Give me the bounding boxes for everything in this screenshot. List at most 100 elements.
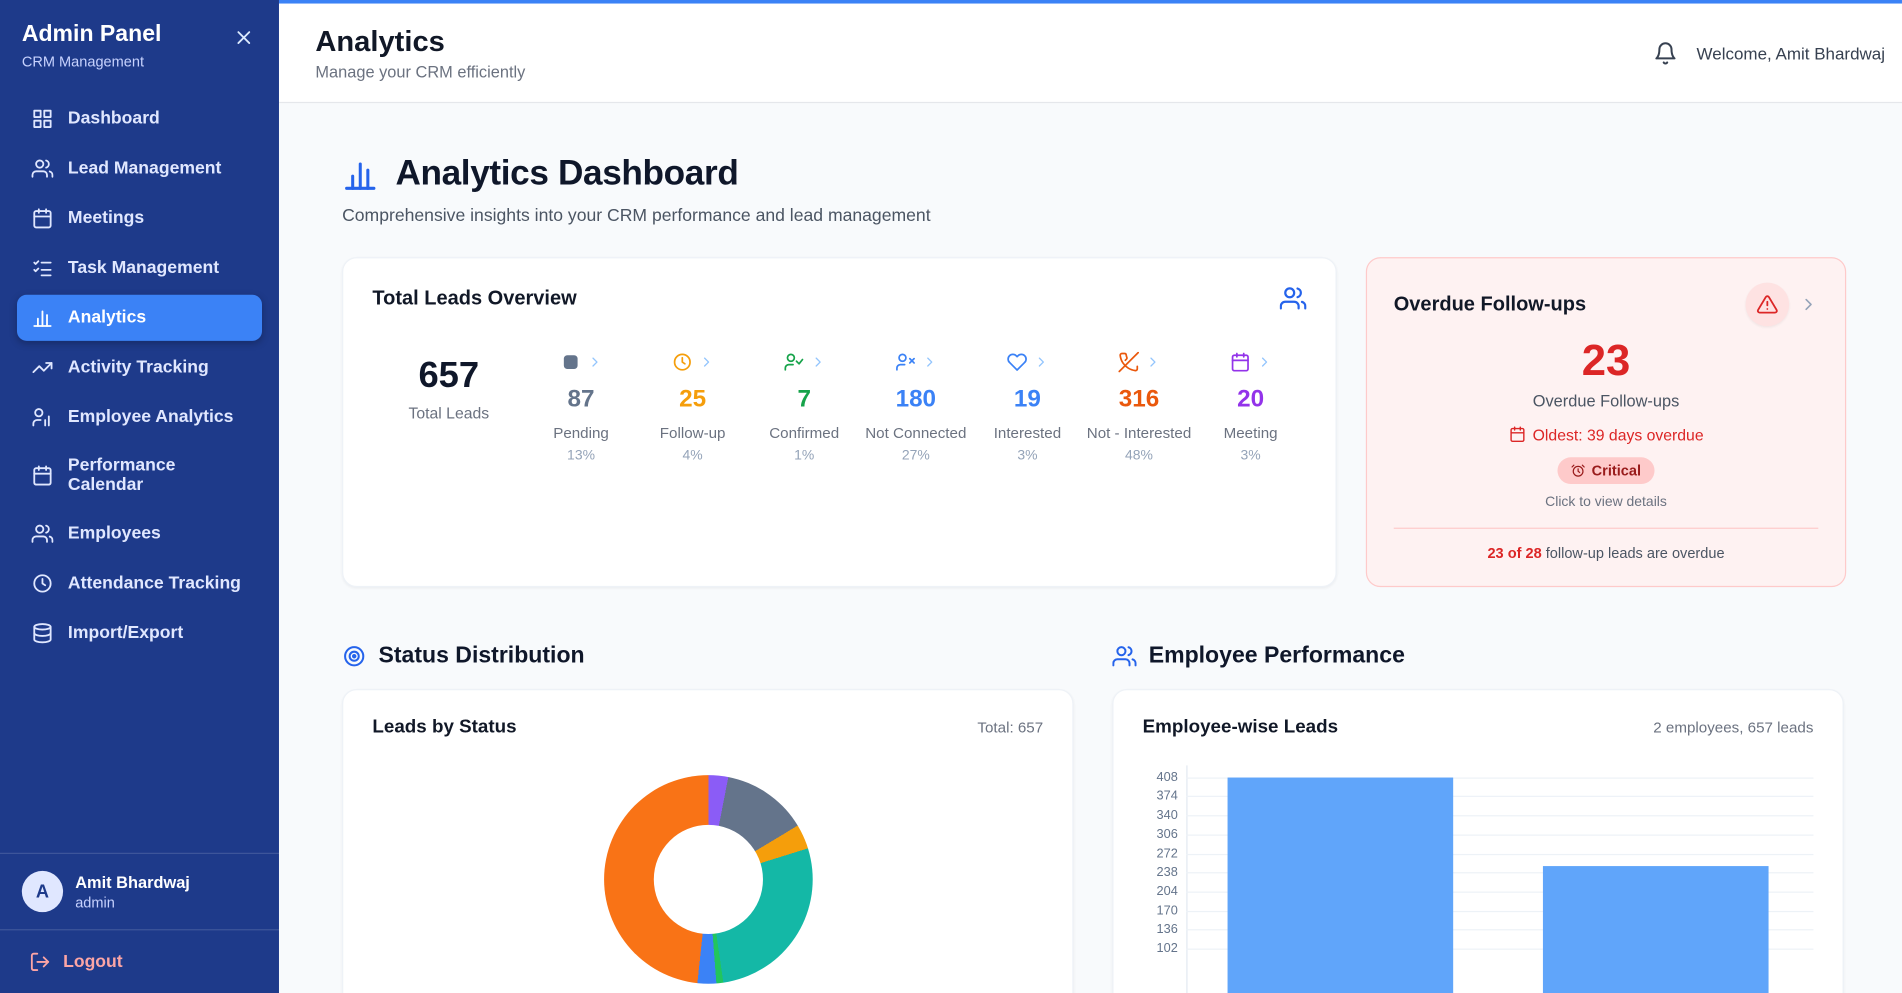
- page-title: Analytics Dashboard: [395, 154, 738, 194]
- employee-performance-section: Employee Performance Employee-wise Leads…: [1112, 642, 1843, 993]
- chevron-right-icon: [1799, 295, 1818, 314]
- heart-icon: [1006, 351, 1027, 372]
- stat-percent: 27%: [902, 449, 930, 464]
- y-axis-tick: 272: [1157, 846, 1178, 861]
- sidebar-item-employees[interactable]: Employees: [17, 511, 262, 557]
- sidebar-item-employee-analytics[interactable]: Employee Analytics: [17, 394, 262, 440]
- status-distribution-section: Status Distribution Leads by Status Tota…: [342, 642, 1073, 993]
- logout-button[interactable]: Logout: [0, 929, 279, 993]
- bar-employee-2: [1543, 866, 1769, 993]
- calendar-icon: [32, 207, 54, 229]
- total-leads-block: 657 Total Leads: [372, 348, 525, 463]
- stat-label: Confirmed: [769, 423, 839, 443]
- list-checks-icon: [32, 257, 54, 279]
- total-leads-overview-card: Total Leads Overview 657 Total Leads 87P…: [342, 257, 1337, 586]
- sidebar-item-dashboard[interactable]: Dashboard: [17, 96, 262, 142]
- alert-circle: [1746, 283, 1790, 327]
- chevron-right-icon: [921, 354, 937, 370]
- chevron-right-icon: [1033, 354, 1049, 370]
- employee-wise-leads-card: Employee-wise Leads 2 employees, 657 lea…: [1112, 688, 1843, 993]
- main-area: Analytics Manage your CRM efficiently We…: [279, 0, 1902, 993]
- sidebar-item-label: Analytics: [68, 308, 146, 327]
- stat-pending[interactable]: 87Pending13%: [525, 348, 637, 463]
- users-icon: [1280, 285, 1307, 312]
- bar-card-meta: 2 employees, 657 leads: [1653, 719, 1813, 736]
- y-axis-tick: 408: [1157, 770, 1178, 785]
- stat-value: 19: [1014, 386, 1041, 414]
- y-axis-tick: 238: [1157, 865, 1178, 880]
- sidebar-spacer: [0, 660, 279, 853]
- sidebar-item-label: Meetings: [68, 209, 144, 228]
- sidebar-item-label: Task Management: [68, 258, 219, 277]
- sidebar-item-analytics[interactable]: Analytics: [17, 295, 262, 341]
- phone-off-icon: [1118, 351, 1139, 372]
- close-icon: [233, 27, 255, 49]
- bar-chart-icon: [32, 307, 54, 329]
- users-icon: [32, 158, 54, 180]
- page-subtitle: Comprehensive insights into your CRM per…: [342, 206, 1844, 225]
- page-header-title: Analytics: [315, 25, 525, 59]
- donut-total-label: Total: 657: [977, 719, 1043, 736]
- sidebar-item-label: Lead Management: [68, 159, 221, 178]
- stat-confirmed[interactable]: 7Confirmed1%: [748, 348, 860, 463]
- status-donut-chart: [603, 775, 812, 984]
- stat-meeting[interactable]: 20Meeting3%: [1195, 348, 1307, 463]
- chevron-right-icon: [1144, 354, 1160, 370]
- bar-card-title: Employee-wise Leads: [1143, 716, 1338, 738]
- sidebar-item-import-export[interactable]: Import/Export: [17, 610, 262, 656]
- overdue-count-label: Overdue Follow-ups: [1394, 391, 1819, 409]
- total-leads-label: Total Leads: [372, 404, 525, 422]
- calendar-icon: [1229, 351, 1250, 372]
- sidebar-item-label: Activity Tracking: [68, 358, 209, 377]
- overdue-followups-card[interactable]: Overdue Follow-ups 23 Overdue Follow-ups: [1366, 257, 1846, 586]
- clock-icon: [671, 351, 692, 372]
- sidebar-item-meetings[interactable]: Meetings: [17, 195, 262, 241]
- sidebar-item-performance-calendar[interactable]: Performance Calendar: [17, 444, 262, 507]
- overdue-oldest: Oldest: 39 days overdue: [1394, 425, 1819, 443]
- stat-percent: 1%: [794, 449, 814, 464]
- sidebar-item-label: Dashboard: [68, 109, 160, 128]
- stat-value: 316: [1119, 386, 1159, 414]
- target-icon: [342, 644, 366, 668]
- sidebar: Admin Panel CRM Management Dashboard Lead…: [0, 0, 279, 993]
- sidebar-item-label: Performance Calendar: [68, 456, 248, 495]
- content: Analytics Dashboard Comprehensive insigh…: [279, 103, 1902, 993]
- sidebar-item-attendance-tracking[interactable]: Attendance Tracking: [17, 560, 262, 606]
- sidebar-close-button[interactable]: [228, 22, 260, 57]
- status-section-title: Status Distribution: [378, 642, 584, 669]
- chevron-right-icon: [810, 354, 826, 370]
- overdue-count: 23: [1394, 336, 1819, 384]
- alert-triangle-icon: [1756, 294, 1778, 316]
- employee-section-title: Employee Performance: [1149, 642, 1405, 669]
- sidebar-item-lead-management[interactable]: Lead Management: [17, 146, 262, 192]
- sidebar-user: A Amit Bhardwaj admin: [0, 853, 279, 929]
- stat-not-interested[interactable]: 316Not - Interested48%: [1083, 348, 1195, 463]
- user-role: admin: [75, 893, 190, 910]
- stat-follow-up[interactable]: 25Follow-up4%: [637, 348, 749, 463]
- bar-chart-y-axis: 408374340306272238204170136102: [1143, 765, 1187, 993]
- stat-label: Meeting: [1224, 423, 1278, 443]
- sidebar-item-label: Employees: [68, 524, 161, 543]
- square-icon: [560, 351, 581, 372]
- stats-row: 657 Total Leads 87Pending13%25Follow-up4…: [372, 348, 1306, 463]
- database-icon: [32, 622, 54, 644]
- grid-icon: [32, 108, 54, 130]
- sidebar-nav: Dashboard Lead Management Meetings Task Man…: [0, 85, 279, 660]
- sidebar-item-task-management[interactable]: Task Management: [17, 245, 262, 291]
- calendar-icon: [1508, 426, 1525, 443]
- sidebar-item-activity-tracking[interactable]: Activity Tracking: [17, 344, 262, 390]
- sidebar-item-label: Attendance Tracking: [68, 574, 241, 593]
- stat-label: Pending: [553, 423, 609, 443]
- y-axis-tick: 204: [1157, 884, 1178, 899]
- topbar: Analytics Manage your CRM efficiently We…: [279, 4, 1902, 103]
- stat-label: Follow-up: [660, 423, 726, 443]
- stat-not-connected[interactable]: 180Not Connected27%: [860, 348, 972, 463]
- stat-interested[interactable]: 19Interested3%: [972, 348, 1084, 463]
- bar-employee-1: [1228, 777, 1454, 993]
- sidebar-header: Admin Panel CRM Management: [0, 0, 279, 85]
- donut-card-title: Leads by Status: [372, 716, 516, 738]
- stat-value: 180: [896, 386, 936, 414]
- bell-icon[interactable]: [1653, 41, 1677, 65]
- stat-label: Interested: [994, 423, 1061, 443]
- stat-label: Not - Interested: [1087, 423, 1192, 443]
